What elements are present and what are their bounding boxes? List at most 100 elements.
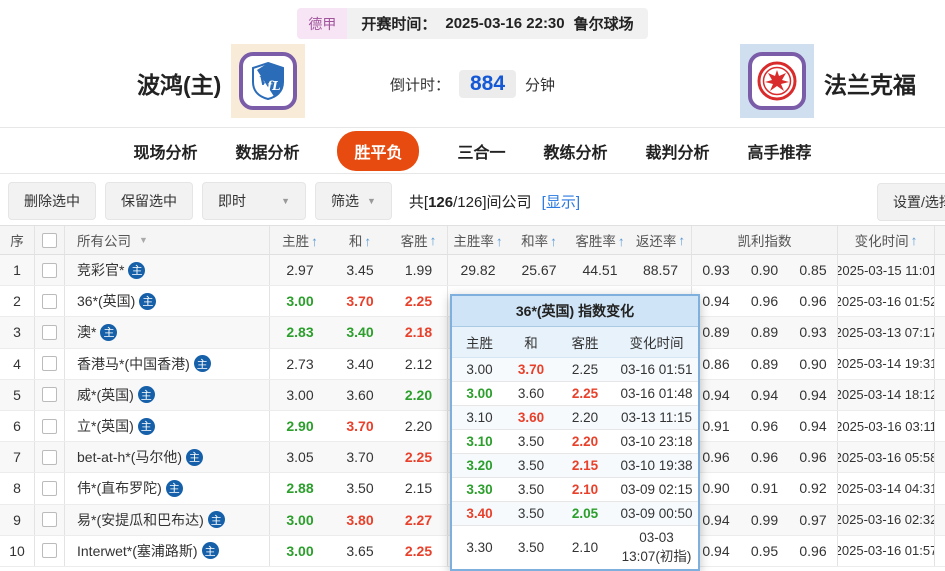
popup-home-odds: 3.10 xyxy=(466,410,493,425)
row-checkbox[interactable] xyxy=(42,418,57,434)
change-time: 2025-03-13 07:17 xyxy=(838,317,935,348)
select-all-checkbox[interactable] xyxy=(42,232,57,248)
popup-draw-odds: 3.70 xyxy=(517,362,545,377)
kelly-draw: 0.99 xyxy=(750,511,779,528)
popup-away-odds: 2.25 xyxy=(571,362,599,377)
home-mark-icon: 主 xyxy=(186,448,204,466)
filter-dropdown[interactable]: 筛选 ▼ xyxy=(315,182,392,220)
kelly-draw: 0.89 xyxy=(750,324,779,341)
away-rate: 44.51 xyxy=(582,262,618,279)
col-away-odds-sort[interactable]: 客胜 ↑ xyxy=(390,226,448,254)
kelly-away: 0.90 xyxy=(789,348,838,379)
analysis-tab[interactable]: 裁判分析 xyxy=(646,139,710,163)
sort-up-icon: ↑ xyxy=(364,234,372,249)
row-checkbox-cell xyxy=(35,348,65,379)
popup-draw-odds: 3.50 xyxy=(517,434,545,449)
row-checkbox[interactable] xyxy=(42,449,57,465)
company-cell[interactable]: 易*(安提瓜和巴布达) 主 xyxy=(65,504,270,535)
col-draw-odds-sort[interactable]: 和 ↑ xyxy=(330,230,390,250)
home-mark-icon: 主 xyxy=(139,292,157,310)
company-cell[interactable]: 立*(英国) 主 xyxy=(65,410,270,442)
chevron-down-icon: ▼ xyxy=(281,196,290,206)
analysis-tabs: 现场分析 数据分析 胜平负 三合一 教练分析 裁判分析 高手推荐 xyxy=(0,131,945,171)
row-checkbox[interactable] xyxy=(42,543,57,559)
popup-history-row: 3.00 3.60 2.25 03-16 01:48 xyxy=(452,382,698,406)
home-rate: 29.82 xyxy=(460,262,496,279)
row-checkbox[interactable] xyxy=(42,480,57,496)
popup-away-odds: 2.05 xyxy=(571,506,599,521)
sort-up-icon: ↑ xyxy=(429,232,437,248)
row-checkbox-cell xyxy=(35,504,65,535)
col-company[interactable]: 所有公司 ▼ xyxy=(65,226,270,254)
popup-title: 36*(英国) 指数变化 xyxy=(452,296,698,327)
row-checkbox[interactable] xyxy=(42,262,57,278)
settings-select-button[interactable]: 设置/选择 xyxy=(877,183,945,221)
draw-odds: 3.40 xyxy=(346,355,374,372)
kelly-home: 0.93 xyxy=(702,262,730,279)
row-checkbox-cell xyxy=(35,317,65,348)
analysis-tab[interactable]: 数据分析 xyxy=(235,139,299,163)
away-odds: 1.99 xyxy=(390,255,448,286)
analysis-tab[interactable]: 教练分析 xyxy=(544,139,608,163)
home-mark-icon: 主 xyxy=(207,511,225,529)
col-draw-rate-sort[interactable]: 和率 ↑ xyxy=(508,230,570,250)
kelly-draw: 0.91 xyxy=(750,480,779,497)
analysis-tab[interactable]: 三合一 xyxy=(457,139,505,163)
row-index: 7 xyxy=(0,442,35,473)
analysis-tab[interactable]: 胜平负 xyxy=(337,131,420,171)
show-link[interactable]: [显示] xyxy=(542,194,580,211)
col-home-odds-sort[interactable]: 主胜 ↑ xyxy=(270,230,330,250)
company-cell[interactable]: 36*(英国) 主 xyxy=(65,286,270,317)
popup-change-time: 03-10 23:18 xyxy=(620,434,693,449)
home-odds: 3.05 xyxy=(286,449,314,466)
popup-history-row: 3.10 3.60 2.20 03-13 11:15 xyxy=(452,406,698,430)
table-header-row: 序 所有公司 ▼ 主胜 ↑ 和 ↑ 客胜 ↑ 主胜率 ↑ 和率 ↑ 客胜率 ↑ 返还率 ↑ 凯… xyxy=(0,225,945,255)
popup-change-time: 03-16 01:48 xyxy=(620,386,693,401)
home-mark-icon: 主 xyxy=(193,355,211,373)
delete-selected-button[interactable]: 删除选中 xyxy=(8,182,96,220)
countdown-unit: 分钟 xyxy=(525,76,556,94)
company-count: 共[126/126]间公司 [显示] xyxy=(409,191,580,212)
popup-change-time: 03-10 19:38 xyxy=(620,458,693,473)
keep-selected-button[interactable]: 保留选中 xyxy=(105,182,193,220)
analysis-tab[interactable]: 现场分析 xyxy=(133,139,197,163)
kelly-draw: 0.90 xyxy=(750,262,779,279)
popup-draw-odds: 3.60 xyxy=(517,386,545,401)
row-checkbox[interactable] xyxy=(42,512,57,528)
row-checkbox[interactable] xyxy=(42,356,57,372)
company-cell[interactable]: 威*(英国) 主 xyxy=(65,379,270,410)
company-cell[interactable]: 竞彩官* 主 xyxy=(65,255,270,286)
popup-history-row: 3.40 3.50 2.05 03-09 00:50 xyxy=(452,502,698,526)
company-cell[interactable]: Interwet*(塞浦路斯) 主 xyxy=(65,535,270,566)
row-index: 6 xyxy=(0,410,35,442)
kelly-away: 0.96 xyxy=(789,286,838,317)
col-return-rate-sort[interactable]: 返还率 ↑ xyxy=(630,226,692,254)
home-mark-icon: 主 xyxy=(128,261,146,279)
popup-away-odds: 2.20 xyxy=(571,434,599,449)
company-name: 易*(安提瓜和巴布达) xyxy=(77,511,204,528)
row-checkbox[interactable] xyxy=(42,293,57,309)
col-away-rate-sort[interactable]: 客胜率 ↑ xyxy=(570,230,630,250)
col-company-label: 所有公司 xyxy=(77,234,131,249)
company-cell[interactable]: 伟*(直布罗陀) 主 xyxy=(65,473,270,504)
company-cell[interactable]: 香港马*(中国香港) 主 xyxy=(65,348,270,379)
company-cell[interactable]: 澳* 主 xyxy=(65,317,270,348)
company-cell[interactable]: bet-at-h*(马尔他) 主 xyxy=(65,442,270,473)
table-row[interactable]: 1 竞彩官* 主 2.97 3.45 1.99 29.82 25.67 44.5… xyxy=(0,255,945,287)
col-home-rate-sort[interactable]: 主胜率 ↑ xyxy=(448,230,508,250)
row-checkbox[interactable] xyxy=(42,387,57,403)
company-name: 威*(英国) xyxy=(77,386,134,403)
analysis-tab[interactable]: 高手推荐 xyxy=(748,139,812,163)
popup-draw-odds: 3.50 xyxy=(517,458,545,473)
draw-odds: 3.40 xyxy=(346,324,374,341)
company-name: 香港马*(中国香港) xyxy=(77,355,190,372)
popup-draw-odds: 3.50 xyxy=(517,506,545,521)
league-badge: 德甲 xyxy=(297,8,348,39)
chevron-down-icon: ▼ xyxy=(367,196,376,206)
col-change-time-sort[interactable]: 变化时间 ↑ xyxy=(838,226,935,254)
kelly-away: 0.96 xyxy=(789,535,838,566)
table-toolbar: 删除选中 保留选中 即时 ▼ 筛选 ▼ 共[126/126]间公司 [显示] 设… xyxy=(8,182,945,221)
row-checkbox[interactable] xyxy=(42,324,57,340)
instant-odds-dropdown[interactable]: 即时 ▼ xyxy=(202,182,306,220)
row-index: 2 xyxy=(0,286,35,317)
